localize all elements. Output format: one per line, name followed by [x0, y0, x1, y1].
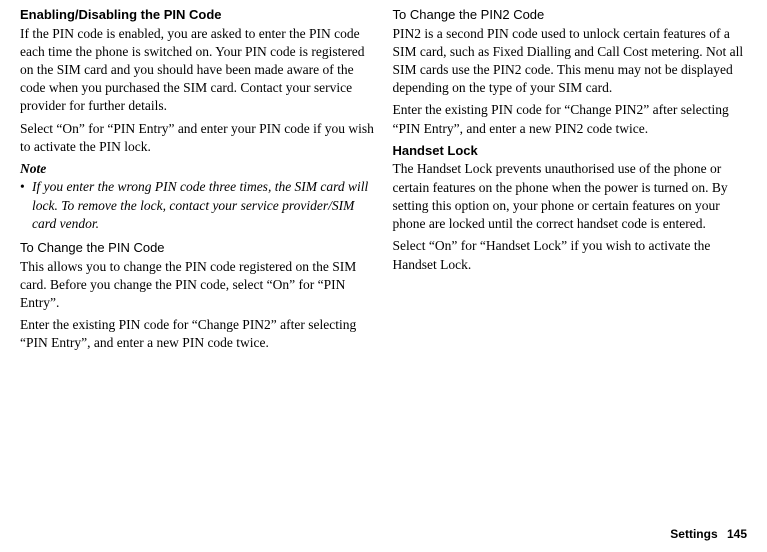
left-column: Enabling/Disabling the PIN Code If the P…: [20, 6, 375, 357]
body-text: Enter the existing PIN code for “Change …: [20, 316, 375, 352]
note-bullet: • If you enter the wrong PIN code three …: [20, 178, 375, 233]
body-text: Select “On” for “Handset Lock” if you wi…: [393, 237, 748, 273]
heading-enable-pin: Enabling/Disabling the PIN Code: [20, 6, 375, 24]
body-text: Enter the existing PIN code for “Change …: [393, 101, 748, 137]
heading-handset-lock: Handset Lock: [393, 142, 748, 160]
body-text: PIN2 is a second PIN code used to unlock…: [393, 25, 748, 98]
body-text: If the PIN code is enabled, you are aske…: [20, 25, 375, 116]
page-footer: Settings 145: [670, 526, 747, 542]
right-column: To Change the PIN2 Code PIN2 is a second…: [393, 6, 748, 357]
heading-change-pin2: To Change the PIN2 Code: [393, 6, 748, 24]
note-label: Note: [20, 160, 375, 178]
heading-change-pin: To Change the PIN Code: [20, 239, 375, 257]
body-text: This allows you to change the PIN code r…: [20, 258, 375, 313]
page-content: Enabling/Disabling the PIN Code If the P…: [0, 0, 767, 357]
footer-section: Settings: [670, 527, 717, 541]
note-text: If you enter the wrong PIN code three ti…: [32, 178, 375, 233]
footer-page-number: 145: [727, 527, 747, 541]
body-text: Select “On” for “PIN Entry” and enter yo…: [20, 120, 375, 156]
bullet-dot: •: [20, 178, 32, 233]
body-text: The Handset Lock prevents unauthorised u…: [393, 160, 748, 233]
